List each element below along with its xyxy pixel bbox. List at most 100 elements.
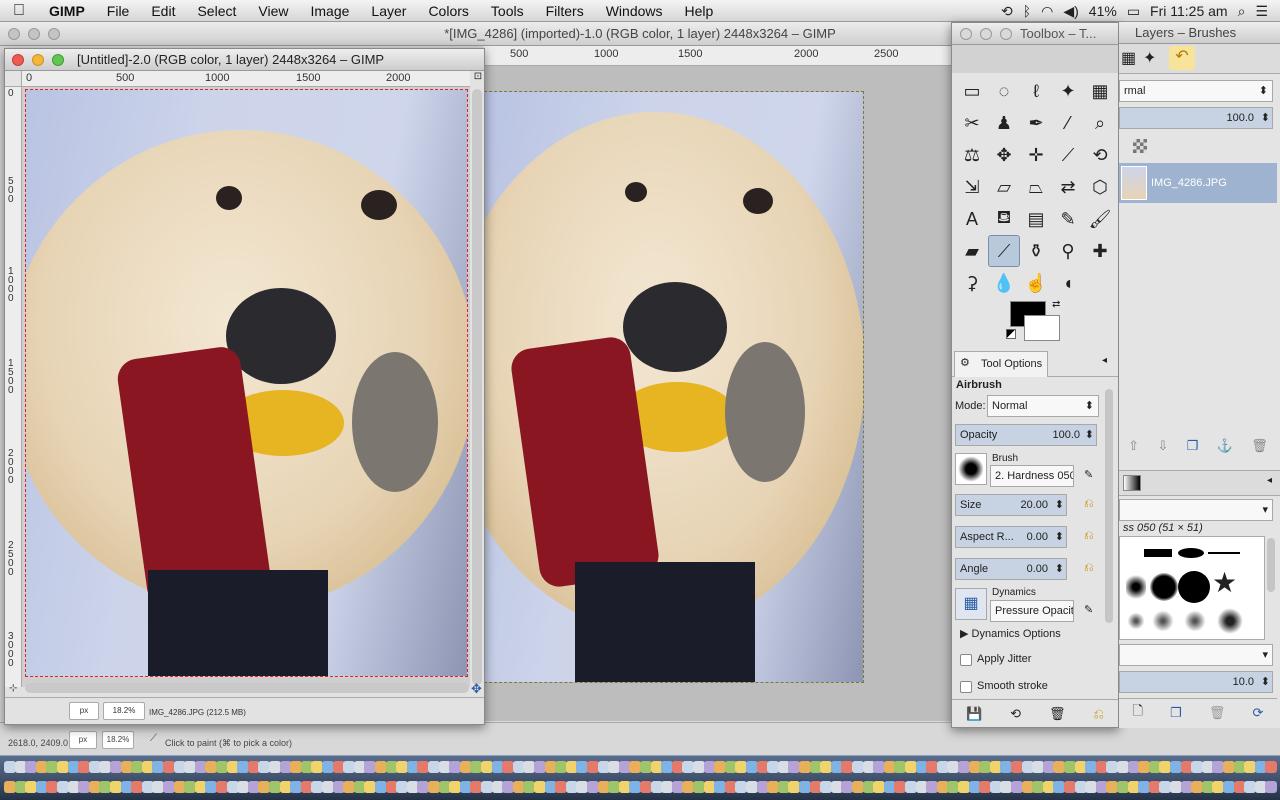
scissors-icon[interactable]: ✂ xyxy=(956,107,988,139)
swap-colors-icon[interactable]: ⇄ xyxy=(1052,299,1060,310)
undo-tab-icon[interactable]: ↶ xyxy=(1169,46,1195,70)
perspective-clone-icon[interactable]: ⚳ xyxy=(956,267,988,299)
dock-menu-icon[interactable]: ◂ xyxy=(1267,475,1272,486)
default-colors-icon[interactable] xyxy=(1006,329,1016,339)
paintbrush-icon[interactable]: 🖌 xyxy=(1084,203,1116,235)
main-canvas[interactable] xyxy=(484,66,954,721)
reset-options-icon[interactable]: ⎌ xyxy=(1094,706,1104,722)
background-color[interactable] xyxy=(1024,315,1060,341)
brush-item[interactable] xyxy=(1178,548,1204,558)
ellipse-select-icon[interactable]: ◌ xyxy=(988,75,1020,107)
eraser-icon[interactable]: ▰ xyxy=(956,235,988,267)
measure-icon[interactable]: ⚖ xyxy=(956,139,988,171)
duplicate-brush-icon[interactable]: ❐ xyxy=(1170,705,1182,721)
close-button[interactable] xyxy=(12,54,24,66)
scale-icon[interactable]: ⇲ xyxy=(956,171,988,203)
cage-icon[interactable]: ⬡ xyxy=(1084,171,1116,203)
blend-icon[interactable]: ▤ xyxy=(1020,203,1052,235)
unit-selector[interactable]: px xyxy=(69,731,97,749)
wifi-icon[interactable]: ◠ xyxy=(1041,3,1053,20)
dog-photo[interactable] xyxy=(484,91,864,683)
battery-icon[interactable]: ▭ xyxy=(1127,3,1140,20)
apply-jitter-checkbox[interactable] xyxy=(960,654,972,666)
menu-file[interactable]: File xyxy=(96,0,141,22)
dynamics-options-expander[interactable]: ▶ Dynamics Options xyxy=(960,627,1061,640)
layer-opacity-slider[interactable]: 100.0 ⬍ xyxy=(1119,107,1273,129)
fuzzy-select-icon[interactable]: ✦ xyxy=(1052,75,1084,107)
opacity-slider[interactable]: Opacity 100.0 ⬍ xyxy=(955,424,1097,446)
brush-filter-select[interactable]: ▾ xyxy=(1119,499,1273,521)
volume-icon[interactable]: ◀) xyxy=(1063,3,1078,20)
zoom-icon[interactable]: ⌕ xyxy=(1084,107,1116,139)
delete-options-icon[interactable]: 🗑 xyxy=(1049,706,1066,722)
dodge-burn-icon[interactable]: ◖ xyxy=(1052,267,1084,299)
text-icon[interactable]: A xyxy=(956,203,988,235)
delete-brush-icon[interactable]: 🗑 xyxy=(1209,705,1226,721)
new-brush-icon[interactable]: 🗋 xyxy=(1133,702,1143,724)
horizontal-ruler[interactable]: 500 1000 1500 2000 2500 xyxy=(484,46,954,66)
bluetooth-icon[interactable]: ᛒ xyxy=(1023,3,1031,19)
clone-icon[interactable]: ⚲ xyxy=(1052,235,1084,267)
bucket-fill-icon[interactable]: ⛾ xyxy=(988,203,1020,235)
restore-options-icon[interactable]: ⟲ xyxy=(1010,706,1021,722)
blur-icon[interactable]: 💧 xyxy=(988,267,1020,299)
zoom-selector[interactable]: 18.2% xyxy=(103,702,145,720)
menu-windows[interactable]: Windows xyxy=(595,0,674,22)
menu-tools[interactable]: Tools xyxy=(480,0,535,22)
dock-app-icon[interactable] xyxy=(1265,781,1278,793)
reset-angle-icon[interactable]: ⎌ xyxy=(1084,560,1094,575)
dog-photo[interactable] xyxy=(25,89,468,677)
close-button[interactable] xyxy=(8,28,20,40)
reset-aspect-icon[interactable]: ⎌ xyxy=(1084,528,1094,543)
navigation-icon[interactable]: ✥ xyxy=(471,681,482,697)
delete-layer-icon[interactable]: 🗑 xyxy=(1251,438,1268,454)
zoom-selector[interactable]: 18.2% xyxy=(102,731,134,749)
unit-selector[interactable]: px xyxy=(69,702,99,720)
tab-menu-icon[interactable]: ◂ xyxy=(1102,355,1107,366)
menu-filters[interactable]: Filters xyxy=(535,0,595,22)
mode-select[interactable]: Normal ⬍ xyxy=(987,395,1099,417)
notification-center-icon[interactable]: ☰ xyxy=(1255,3,1268,20)
foreground-select-icon[interactable]: ♟ xyxy=(988,107,1020,139)
refresh-brushes-icon[interactable]: ⟳ xyxy=(1253,705,1264,721)
brush-spacing-slider[interactable]: 10.0 ⬍ xyxy=(1119,671,1273,693)
menu-colors[interactable]: Colors xyxy=(417,0,479,22)
paths-icon[interactable]: ✒ xyxy=(1020,107,1052,139)
aspect-ratio-slider[interactable]: Aspect R... 0.00 ⬍ xyxy=(955,526,1067,548)
shear-icon[interactable]: ▱ xyxy=(988,171,1020,203)
perspective-icon[interactable]: ⏢ xyxy=(1020,171,1052,203)
horizontal-ruler[interactable]: 0 500 1000 1500 2000 xyxy=(22,71,470,87)
menu-select[interactable]: Select xyxy=(186,0,247,22)
brush-grid[interactable]: ★ xyxy=(1119,536,1265,640)
brush-item[interactable] xyxy=(1126,573,1146,601)
minimize-button[interactable] xyxy=(980,28,992,40)
battery-text[interactable]: 41% xyxy=(1089,3,1117,19)
layer-mode-select[interactable]: rmal ⬍ xyxy=(1119,80,1273,102)
move-icon[interactable]: ✥ xyxy=(988,139,1020,171)
airbrush-icon[interactable]: ⟋ xyxy=(988,235,1020,267)
raise-layer-icon[interactable]: ⇧ xyxy=(1128,438,1139,454)
save-options-icon[interactable]: 💾 xyxy=(966,706,982,722)
crop-icon[interactable]: ⟋ xyxy=(1052,139,1084,171)
horizontal-scrollbar[interactable] xyxy=(25,683,469,693)
lower-layer-icon[interactable]: ⇩ xyxy=(1157,438,1168,454)
align-icon[interactable]: ✛ xyxy=(1020,139,1052,171)
reset-size-icon[interactable]: ⎌ xyxy=(1084,496,1094,511)
brush-preview[interactable] xyxy=(955,453,987,485)
menu-help[interactable]: Help xyxy=(674,0,725,22)
vertical-ruler[interactable]: 0 5 0 0 1 0 0 0 1 5 0 0 2 0 0 0 2 5 0 0 … xyxy=(5,87,22,687)
tool-options-scrollbar[interactable] xyxy=(1105,389,1113,623)
size-slider[interactable]: Size 20.00 ⬍ xyxy=(955,494,1067,516)
zoom-button[interactable] xyxy=(52,54,64,66)
quick-mask-corner[interactable] xyxy=(5,71,22,87)
zoom-button[interactable] xyxy=(1000,28,1012,40)
brush-item[interactable] xyxy=(1216,607,1244,635)
untitled-canvas[interactable] xyxy=(22,87,470,687)
brush-item[interactable] xyxy=(1208,552,1240,554)
smudge-icon[interactable]: ☝ xyxy=(1020,267,1052,299)
brush-name-field[interactable]: 2. Hardness 050 xyxy=(990,465,1074,487)
menu-image[interactable]: Image xyxy=(299,0,360,22)
lock-alpha-icon[interactable] xyxy=(1133,139,1147,153)
minimize-button[interactable] xyxy=(28,28,40,40)
clock[interactable]: Fri 11:25 am xyxy=(1150,3,1228,19)
